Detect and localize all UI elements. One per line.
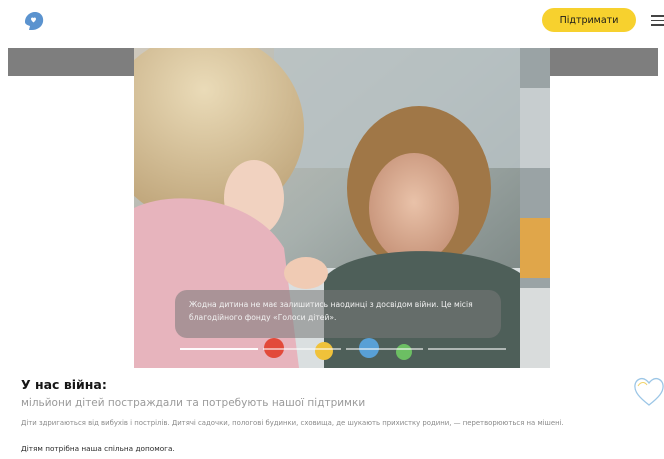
slider-progress <box>180 348 506 351</box>
support-button[interactable]: Підтримати <box>542 8 636 32</box>
slide-indicator[interactable] <box>262 348 341 350</box>
section-body-text: Діти здригаються від вибухів і пострілів… <box>21 419 564 427</box>
help-statement: Дітям потрібна наша спільна допомога. <box>21 444 175 453</box>
hand-heart-logo-icon[interactable] <box>22 9 46 33</box>
section-title: У нас війна: <box>21 377 107 392</box>
site-header: Підтримати <box>0 0 664 42</box>
heart-outline-icon <box>634 378 664 406</box>
section-subtitle: мільйони дітей постраждали та потребують… <box>21 397 366 409</box>
next-slide-preview[interactable] <box>520 48 550 368</box>
slide-indicator[interactable] <box>345 348 424 350</box>
slide-indicator[interactable] <box>180 348 258 350</box>
hamburger-menu-icon[interactable] <box>651 15 664 26</box>
slide-indicator[interactable] <box>428 348 506 350</box>
hero-caption-text: Жодна дитина не має залишитись наодинці … <box>189 300 473 322</box>
hero-caption: Жодна дитина не має залишитись наодинці … <box>175 290 501 338</box>
